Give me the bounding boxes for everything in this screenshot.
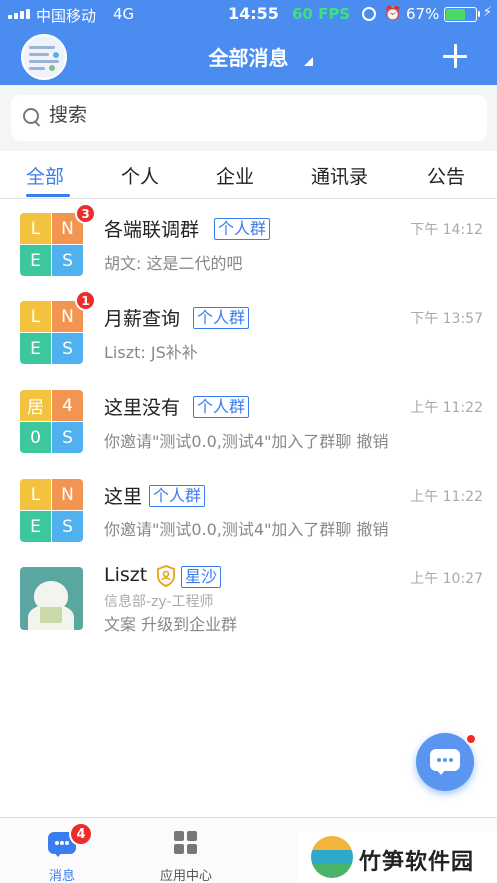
charging-icon: ⚡ <box>483 5 493 20</box>
clock: 14:55 <box>228 4 279 23</box>
tab-announcements[interactable]: 公告 <box>427 162 465 189</box>
chat-name: 各端联调群 <box>104 219 200 241</box>
chat-last-message: Liszt: JS补补 <box>104 343 198 362</box>
page-title[interactable]: 全部消息 <box>0 42 497 71</box>
chat-item[interactable]: 居 4 0 S 这里没有 个人群 上午 11:22 你邀请"测试0.0,测试4"… <box>0 376 497 464</box>
chat-last-message: 你邀请"测试0.0,测试4"加入了群聊 撤销 <box>104 432 389 451</box>
avatar-tile: S <box>52 422 83 453</box>
group-type-tag: 个人群 <box>193 307 250 329</box>
battery-percent: 67% <box>406 5 440 23</box>
contact-title: 信息部-zy-工程师 <box>104 594 214 610</box>
watermark: 竹笋软件园 <box>297 832 497 883</box>
nav-label: 消息 <box>48 869 75 883</box>
battery-tip <box>478 11 480 17</box>
group-type-tag: 个人群 <box>149 485 206 507</box>
chat-last-message: 你邀请"测试0.0,测试4"加入了群聊 撤销 <box>104 520 389 539</box>
chat-time: 下午 13:57 <box>410 311 483 327</box>
alarm-icon: ⏰ <box>384 6 402 22</box>
status-bar: 中国移动 4G 14:55 60 FPS ⏰ 67% ⚡ <box>0 0 497 28</box>
dropdown-caret-icon[interactable] <box>304 57 313 66</box>
search-bar <box>0 85 497 151</box>
search-icon <box>23 108 41 128</box>
group-avatar: L N E S <box>20 213 83 276</box>
apps-icon <box>174 831 198 855</box>
org-tag: 星沙 <box>181 566 222 588</box>
avatar-tile: L <box>20 301 51 332</box>
group-avatar: L N E S <box>20 479 83 542</box>
tab-bar: 全部 个人 企业 通讯录 公告 <box>0 151 497 199</box>
watermark-logo-icon <box>311 836 353 878</box>
chat-time: 上午 11:22 <box>410 400 483 416</box>
avatar-tile: 0 <box>20 422 51 453</box>
avatar-tile: L <box>20 213 51 244</box>
carrier-label: 中国移动 <box>36 7 97 25</box>
avatar-tile: S <box>52 333 83 364</box>
group-avatar: L N E S <box>20 301 83 364</box>
chat-item[interactable]: L N E S 这里 个人群 上午 11:22 你邀请"测试0.0,测试4"加入… <box>0 465 497 553</box>
chat-last-message: 胡文: 这是二代的吧 <box>104 254 243 273</box>
chat-name: 这里没有 <box>104 397 181 419</box>
avatar-tile: E <box>20 333 51 364</box>
avatar-tile: N <box>52 479 83 510</box>
group-type-tag: 个人群 <box>214 218 271 240</box>
nav-app-center[interactable]: 应用中心 <box>124 818 248 883</box>
chat-time: 上午 11:22 <box>410 489 483 505</box>
chat-item[interactable]: L N E S 1 月薪查询 个人群 下午 13:57 Liszt: JS补补 <box>0 287 497 375</box>
chat-last-message: 文案 升级到企业群 <box>104 615 238 634</box>
chat-time: 下午 14:12 <box>410 222 483 238</box>
nav-messages[interactable]: 4 消息 <box>0 818 124 883</box>
verified-badge-icon <box>157 565 175 587</box>
nav-unread-badge: 4 <box>69 822 93 846</box>
avatar-tile: L <box>20 479 51 510</box>
nav-label: 应用中心 <box>159 869 212 883</box>
unread-badge: 1 <box>75 290 96 311</box>
group-avatar: 居 4 0 S <box>20 390 83 453</box>
tab-contacts[interactable]: 通讯录 <box>311 162 368 189</box>
tab-all[interactable]: 全部 <box>26 162 64 189</box>
contact-avatar <box>20 567 83 630</box>
search-input[interactable] <box>49 104 469 126</box>
signal-icon <box>8 9 30 19</box>
chat-name: 月薪查询 <box>104 308 181 330</box>
chat-time: 上午 10:27 <box>410 571 483 587</box>
avatar-tile: E <box>20 511 51 542</box>
avatar-tile: S <box>52 511 83 542</box>
notification-dot <box>465 733 477 745</box>
avatar-tile: 4 <box>52 390 83 421</box>
chat-name: 这里 <box>104 486 143 508</box>
network-label: 4G <box>113 5 135 23</box>
battery-icon <box>444 7 477 22</box>
unread-badge: 3 <box>75 203 96 224</box>
tab-personal[interactable]: 个人 <box>121 162 159 189</box>
fps-counter: 60 FPS <box>292 5 351 23</box>
rotation-lock-icon <box>362 7 376 21</box>
chat-bubble-icon <box>430 749 460 775</box>
watermark-text: 竹笋软件园 <box>359 850 475 875</box>
app-header: 中国移动 4G 14:55 60 FPS ⏰ 67% ⚡ 全部消息 <box>0 0 497 85</box>
chat-item[interactable]: Liszt 星沙 上午 10:27 信息部-zy-工程师 文案 升级到企业群 <box>0 553 497 643</box>
tab-enterprise[interactable]: 企业 <box>216 162 254 189</box>
avatar-tile: 居 <box>20 390 51 421</box>
chat-item[interactable]: L N E S 3 各端联调群 个人群 下午 14:12 胡文: 这是二代的吧 <box>0 199 497 287</box>
avatar-tile: S <box>52 245 83 276</box>
group-type-tag: 个人群 <box>193 396 250 418</box>
active-tab-indicator <box>26 194 70 197</box>
chat-name: Liszt <box>104 564 148 586</box>
avatar-tile: E <box>20 245 51 276</box>
search-box[interactable] <box>11 95 487 141</box>
add-icon[interactable] <box>443 44 467 68</box>
